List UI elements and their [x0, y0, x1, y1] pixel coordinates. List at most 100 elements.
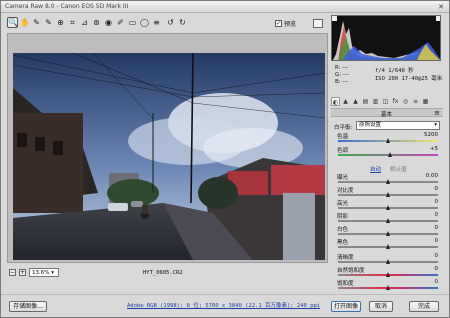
zoom-level-value: 13.6% — [32, 270, 50, 276]
slider-thumb[interactable] — [385, 192, 390, 197]
tab-tone-curve[interactable]: ▲ — [341, 97, 350, 106]
white-balance-icon[interactable]: ✎ — [31, 17, 42, 28]
tab-effects[interactable]: fx — [391, 97, 400, 106]
panel-title-bar: 基本 ≡ — [331, 108, 443, 118]
open-image-button[interactable]: 打开图像 — [331, 301, 361, 312]
slider-value[interactable]: 0 — [435, 199, 439, 205]
save-image-button[interactable]: 存储图像... — [9, 301, 47, 312]
histogram — [331, 15, 441, 61]
slider-value[interactable]: 0.00 — [426, 173, 438, 179]
slider-thumb[interactable] — [385, 259, 390, 264]
slider-value[interactable]: 0 — [435, 212, 439, 218]
slider-thumb[interactable] — [385, 272, 390, 277]
image-canvas[interactable] — [7, 33, 328, 263]
slider-thumb[interactable] — [385, 218, 390, 223]
r-value: R: --- — [335, 65, 349, 71]
slider-value[interactable]: +5 — [430, 146, 438, 152]
spot-removal-icon[interactable]: ⊛ — [91, 17, 102, 28]
iso-info: ISO 200 17-40@25 毫米 — [375, 76, 443, 82]
tab-camera-calibration[interactable]: ◎ — [401, 97, 410, 106]
white-balance-label: 白平衡: — [334, 125, 353, 131]
rotate-ccw-icon[interactable]: ↺ — [165, 17, 176, 28]
camera-raw-window: Camera Raw 8.0 - Canon EOS 5D Mark III ✕… — [0, 0, 450, 318]
white-balance-select[interactable]: 原照设置 ▾ — [356, 121, 440, 130]
preferences-icon[interactable]: ≡ — [151, 17, 162, 28]
slider-row: 色调 +5 — [334, 146, 442, 160]
slider-label: 自然饱和度 — [337, 268, 365, 274]
auto-link[interactable]: 自动 — [370, 165, 381, 173]
slider-value[interactable]: 0 — [435, 238, 439, 244]
slider-row: 自然饱和度 0 — [334, 266, 442, 280]
fullscreen-button[interactable] — [313, 19, 323, 28]
title-bar: Camera Raw 8.0 - Canon EOS 5D Mark III ✕ — [1, 1, 449, 13]
tab-detail[interactable]: ▲ — [351, 97, 360, 106]
slider-row: 色温 5200 — [334, 132, 442, 146]
slider-thumb[interactable] — [387, 152, 392, 157]
slider-row: 白色 0 — [334, 225, 442, 239]
slider-row: 高光 0 — [334, 199, 442, 213]
slider-value[interactable]: 0 — [435, 225, 439, 231]
tab-snapshots[interactable]: ▦ — [421, 97, 430, 106]
tab-hsl[interactable]: ▤ — [361, 97, 370, 106]
slider-label: 色调 — [337, 148, 349, 154]
slider-thumb[interactable] — [385, 231, 390, 236]
slider-value[interactable]: 0 — [435, 266, 439, 272]
rotate-cw-icon[interactable]: ↻ — [177, 17, 188, 28]
slider-value[interactable]: 0 — [435, 279, 439, 285]
zoom-level-select[interactable]: 13.6% ▾ — [29, 268, 59, 277]
slider-value[interactable]: 0 — [435, 253, 439, 259]
straighten-icon[interactable]: ⊿ — [79, 17, 90, 28]
right-panel: R: --- G: --- B: --- f/4 1/640 秒 ISO 200… — [331, 15, 445, 293]
slider-thumb[interactable] — [385, 244, 390, 249]
zoom-icon[interactable]: 🔍 — [7, 17, 18, 28]
slider-row: 清晰度 0 — [334, 253, 442, 267]
graduated-filter-icon[interactable]: ▭ — [127, 17, 138, 28]
targeted-adjustment-icon[interactable]: ⊕ — [55, 17, 66, 28]
radial-filter-icon[interactable]: ◯ — [139, 17, 150, 28]
slider-value[interactable]: 5200 — [424, 132, 438, 138]
tab-presets[interactable]: ≡ — [411, 97, 420, 106]
panel-tabs: ◐ ▲ ▲ ▤ ▥ ◫ fx ◎ ≡ ▦ — [331, 97, 443, 107]
close-icon[interactable]: ✕ — [437, 3, 445, 11]
preview-label: 预览 — [284, 21, 297, 28]
slider-thumb[interactable] — [385, 138, 390, 143]
footer-bar: 存储图像... Adobe RGB (1998); 8 位; 5760 x 38… — [1, 294, 449, 318]
workflow-options-link[interactable]: Adobe RGB (1998); 8 位; 5760 x 3840 (22.1… — [127, 301, 320, 309]
tab-basic[interactable]: ◐ — [331, 97, 340, 106]
red-eye-icon[interactable]: ◉ — [103, 17, 114, 28]
status-bar: − + 13.6% ▾ HYT_0605.CR2 — [7, 266, 328, 282]
slider-label: 对比度 — [337, 188, 354, 194]
g-value: G: --- — [335, 72, 349, 78]
panel-title: 基本 — [381, 112, 393, 118]
hand-icon[interactable]: ✋ — [19, 17, 30, 28]
rgb-readout: R: --- G: --- B: --- — [335, 65, 349, 86]
slider-label: 色温 — [337, 134, 349, 140]
crop-icon[interactable]: ⌗ — [67, 17, 78, 28]
white-balance-value: 原照设置 — [359, 122, 382, 128]
checkbox-icon[interactable]: ✓ — [275, 20, 282, 27]
tab-lens[interactable]: ◫ — [381, 97, 390, 106]
zoom-out-button[interactable]: − — [9, 269, 16, 276]
slider-value[interactable]: 0 — [435, 186, 439, 192]
exposure-info: f/4 1/640 秒 — [375, 68, 414, 74]
default-link[interactable]: 默认值 — [390, 165, 407, 173]
slider-row: 曝光 0.00 — [334, 173, 442, 187]
done-button[interactable]: 完成 — [409, 301, 439, 312]
adjustment-brush-icon[interactable]: ✐ — [115, 17, 126, 28]
toolbar: ✓ 预览 🔍 ✋ ✎ ✎ ⊕ ⌗ ⊿ ⊛ ◉ ✐ ▭ ◯ ≡ ↺ ↻ — [5, 15, 327, 31]
panel-menu-icon[interactable]: ≡ — [434, 109, 440, 117]
slider-thumb[interactable] — [385, 179, 390, 184]
chevron-down-icon: ▾ — [434, 122, 437, 128]
window-title: Camera Raw 8.0 - Canon EOS 5D Mark III — [5, 3, 129, 10]
slider-row: 阴影 0 — [334, 212, 442, 226]
color-sampler-icon[interactable]: ✎ — [43, 17, 54, 28]
file-name: HYT_0605.CR2 — [143, 270, 183, 276]
tab-split-toning[interactable]: ▥ — [371, 97, 380, 106]
slider-thumb[interactable] — [385, 285, 390, 290]
slider-label: 阴影 — [337, 214, 349, 220]
preview-checkbox[interactable]: ✓ 预览 — [275, 19, 296, 28]
zoom-in-button[interactable]: + — [19, 269, 26, 276]
slider-label: 饱和度 — [337, 281, 354, 287]
slider-thumb[interactable] — [385, 205, 390, 210]
cancel-button[interactable]: 取消 — [369, 301, 393, 312]
